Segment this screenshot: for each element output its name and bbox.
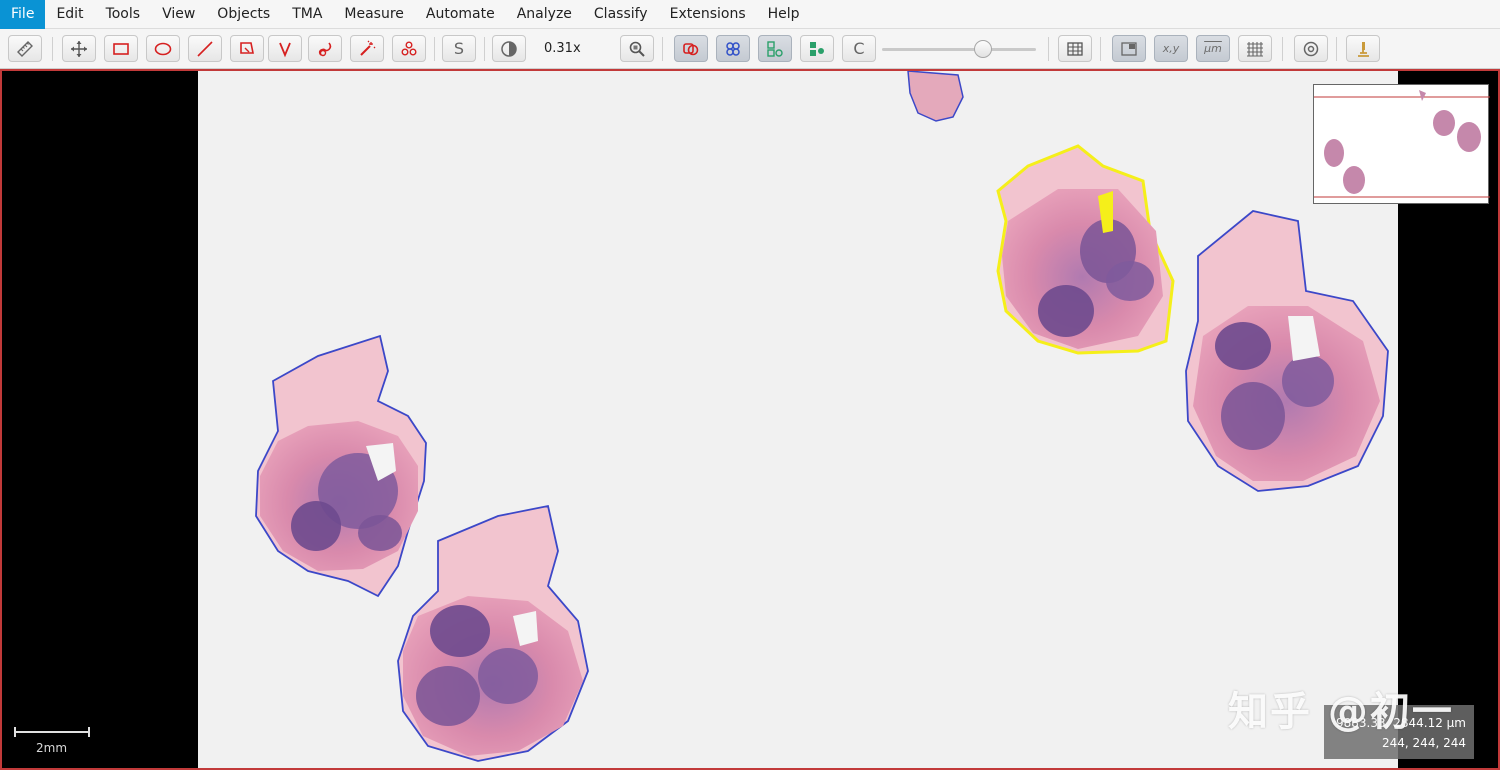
scale-label: 2mm <box>36 741 68 755</box>
slider-thumb[interactable] <box>974 40 992 58</box>
measurement-table-icon <box>1067 41 1083 56</box>
points-tool-button[interactable] <box>392 35 426 62</box>
polygon-tool-button[interactable] <box>230 35 264 62</box>
toolbar-separator <box>484 37 485 61</box>
grid-icon <box>1247 41 1263 57</box>
microscope-icon <box>1358 41 1369 57</box>
settings-icon <box>1303 41 1319 56</box>
slide-image[interactable] <box>198 71 1490 768</box>
contrast-icon <box>501 40 517 57</box>
show-connections-button[interactable]: C <box>842 35 876 62</box>
overview-icon <box>1121 41 1137 56</box>
show-tma-grid-button[interactable] <box>716 35 750 62</box>
menu-tools[interactable]: Tools <box>95 0 152 29</box>
menu-measure[interactable]: Measure <box>333 0 415 29</box>
toolbar-separator <box>1100 37 1101 61</box>
scale-line <box>14 731 90 733</box>
toolbar-separator <box>1282 37 1283 61</box>
tissue-canvas <box>255 71 1389 762</box>
slider-track <box>882 48 1036 51</box>
zoom-level: 0.31x <box>544 41 581 56</box>
image-viewer[interactable]: 2mm 9883.33, 2844.12 μm 244, 244, 244 知乎… <box>0 69 1500 770</box>
rectangle-tool-button[interactable] <box>104 35 138 62</box>
line-tool-button[interactable] <box>188 35 222 62</box>
c-label: C <box>853 39 865 58</box>
pixel-rgb-value: 244, 244, 244 <box>1382 736 1466 750</box>
tissue-section-right <box>1185 210 1389 492</box>
polyline-icon <box>279 42 291 57</box>
measurement-table-button[interactable] <box>1058 35 1092 62</box>
menu-automate[interactable]: Automate <box>415 0 506 29</box>
tma-grid-icon <box>726 41 740 56</box>
ellipse-tool-button[interactable] <box>146 35 180 62</box>
toolbar-separator <box>434 37 435 61</box>
menu-analyze[interactable]: Analyze <box>506 0 583 29</box>
preferences-button[interactable] <box>1294 35 1328 62</box>
measure-tool-button[interactable] <box>8 35 42 62</box>
wand-icon <box>360 40 376 56</box>
toolbar-separator <box>52 37 53 61</box>
scale-tick <box>88 727 90 737</box>
tissue-section-left <box>255 334 427 598</box>
toolbar-separator <box>662 37 663 61</box>
watermark: 知乎 @初一 <box>1228 689 1454 735</box>
menu-tma[interactable]: TMA <box>281 0 333 29</box>
show-overview-button[interactable] <box>1112 35 1146 62</box>
scale-bar <box>14 727 92 737</box>
menu-extensions[interactable]: Extensions <box>659 0 757 29</box>
microscope-button[interactable] <box>1346 35 1380 62</box>
points-icon <box>401 41 417 55</box>
overview-canvas <box>1314 90 1490 198</box>
menu-bar: File Edit Tools View Objects TMA Measure… <box>0 0 1500 29</box>
menu-view[interactable]: View <box>151 0 206 29</box>
fill-detections-button[interactable] <box>800 35 834 62</box>
annotations-icon <box>683 42 699 55</box>
line-icon <box>197 40 213 57</box>
rectangle-icon <box>113 42 129 55</box>
polygon-icon <box>240 41 254 54</box>
tissue-section-selected <box>996 144 1175 355</box>
toolbar: S 0.31x C x,y μm <box>0 29 1500 69</box>
brush-icon <box>318 42 332 56</box>
selection-mode-button[interactable]: S <box>442 35 476 62</box>
um-label: μm <box>1204 42 1222 55</box>
menu-classify[interactable]: Classify <box>583 0 659 29</box>
menu-objects[interactable]: Objects <box>206 0 281 29</box>
zoom-to-fit-button[interactable] <box>620 35 654 62</box>
show-annotations-button[interactable] <box>674 35 708 62</box>
show-scalebar-button[interactable]: μm <box>1196 35 1230 62</box>
move-tool-button[interactable] <box>62 35 96 62</box>
tissue-section-lower <box>397 504 589 762</box>
menu-edit[interactable]: Edit <box>45 0 94 29</box>
menu-file[interactable]: File <box>0 0 46 29</box>
tissue-fragment <box>907 71 964 122</box>
show-grid-button[interactable] <box>1238 35 1272 62</box>
brightness-contrast-button[interactable] <box>492 35 526 62</box>
menu-help[interactable]: Help <box>757 0 811 29</box>
ellipse-icon <box>154 42 172 55</box>
fill-detections-icon <box>810 41 824 56</box>
toolbar-separator <box>1336 37 1337 61</box>
detections-icon <box>767 40 783 57</box>
wand-tool-button[interactable] <box>350 35 384 62</box>
toolbar-separator <box>1048 37 1049 61</box>
ruler-icon <box>17 40 33 57</box>
show-location-button[interactable]: x,y <box>1154 35 1188 62</box>
opacity-slider[interactable] <box>882 40 1036 58</box>
move-icon <box>71 40 87 57</box>
xy-label: x,y <box>1162 42 1180 55</box>
overview-thumbnail[interactable] <box>1313 84 1490 204</box>
s-label: S <box>453 39 465 58</box>
polyline-tool-button[interactable] <box>268 35 302 62</box>
brush-tool-button[interactable] <box>308 35 342 62</box>
show-detections-button[interactable] <box>758 35 792 62</box>
zoom-fit-icon <box>629 41 645 57</box>
scale-tick <box>14 727 16 737</box>
